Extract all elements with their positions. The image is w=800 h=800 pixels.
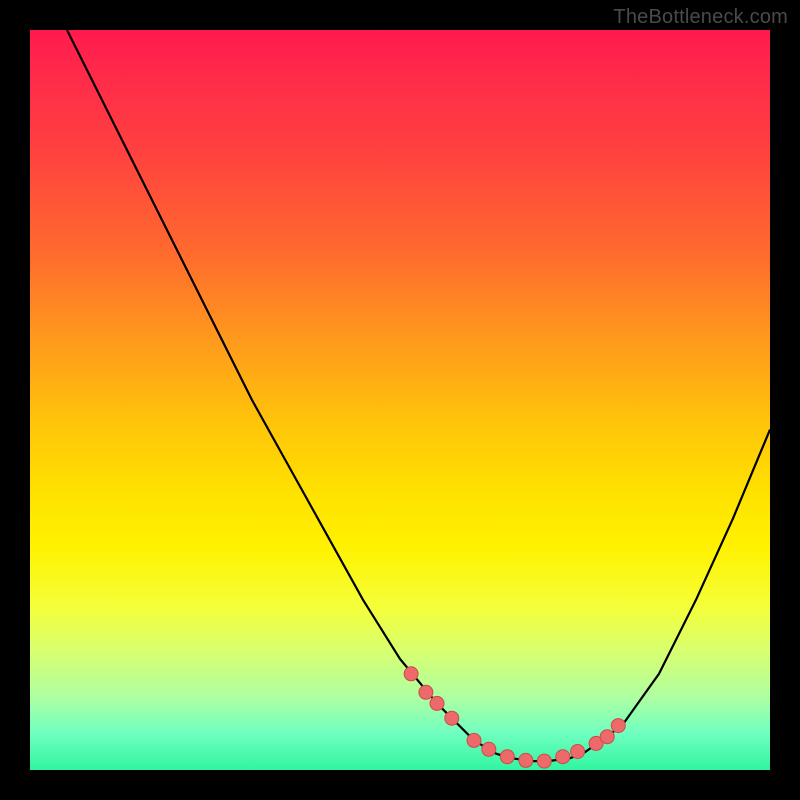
highlight-marker xyxy=(519,753,533,767)
highlight-marker xyxy=(571,745,585,759)
highlight-marker xyxy=(500,750,514,764)
highlight-markers xyxy=(404,667,625,768)
highlight-marker xyxy=(430,696,444,710)
curve-layer xyxy=(30,30,770,770)
highlight-marker xyxy=(537,754,551,768)
highlight-marker xyxy=(611,719,625,733)
highlight-marker xyxy=(445,711,459,725)
highlight-marker xyxy=(600,730,614,744)
plot-area xyxy=(30,30,770,770)
highlight-marker xyxy=(419,685,433,699)
highlight-marker xyxy=(467,733,481,747)
highlight-marker xyxy=(482,742,496,756)
highlight-marker xyxy=(404,667,418,681)
bottleneck-curve xyxy=(67,30,770,761)
watermark-text: TheBottleneck.com xyxy=(613,6,788,29)
chart-stage: TheBottleneck.com xyxy=(0,0,800,800)
highlight-marker xyxy=(556,750,570,764)
